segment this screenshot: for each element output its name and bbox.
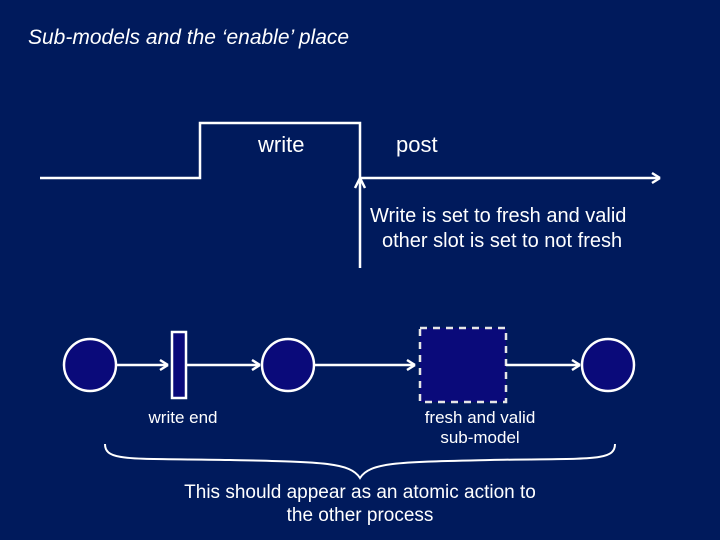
place-node [262,339,314,391]
timing-write-label: write [258,132,304,158]
place-node [582,339,634,391]
timing-diagram [40,118,680,198]
footer-caption: This should appear as an atomic action t… [0,482,720,528]
transition-bar [172,332,186,398]
slide-title: Sub-models and the ‘enable’ place [28,26,349,50]
petri-net [60,320,660,410]
desc-line-2: other slot is set to not fresh [370,229,626,254]
desc-line-1: Write is set to fresh and valid [370,204,626,229]
timing-post-label: post [396,132,438,158]
submodel-box [420,328,506,402]
footer-line-1: This should appear as an atomic action t… [0,482,720,505]
curly-brace [100,442,620,480]
footer-line-2: the other process [0,505,720,528]
place-node [64,339,116,391]
post-description: Write is set to fresh and valid other sl… [370,204,626,254]
write-end-label: write end [128,408,238,428]
fresh-valid-line-1: fresh and valid [425,408,536,427]
